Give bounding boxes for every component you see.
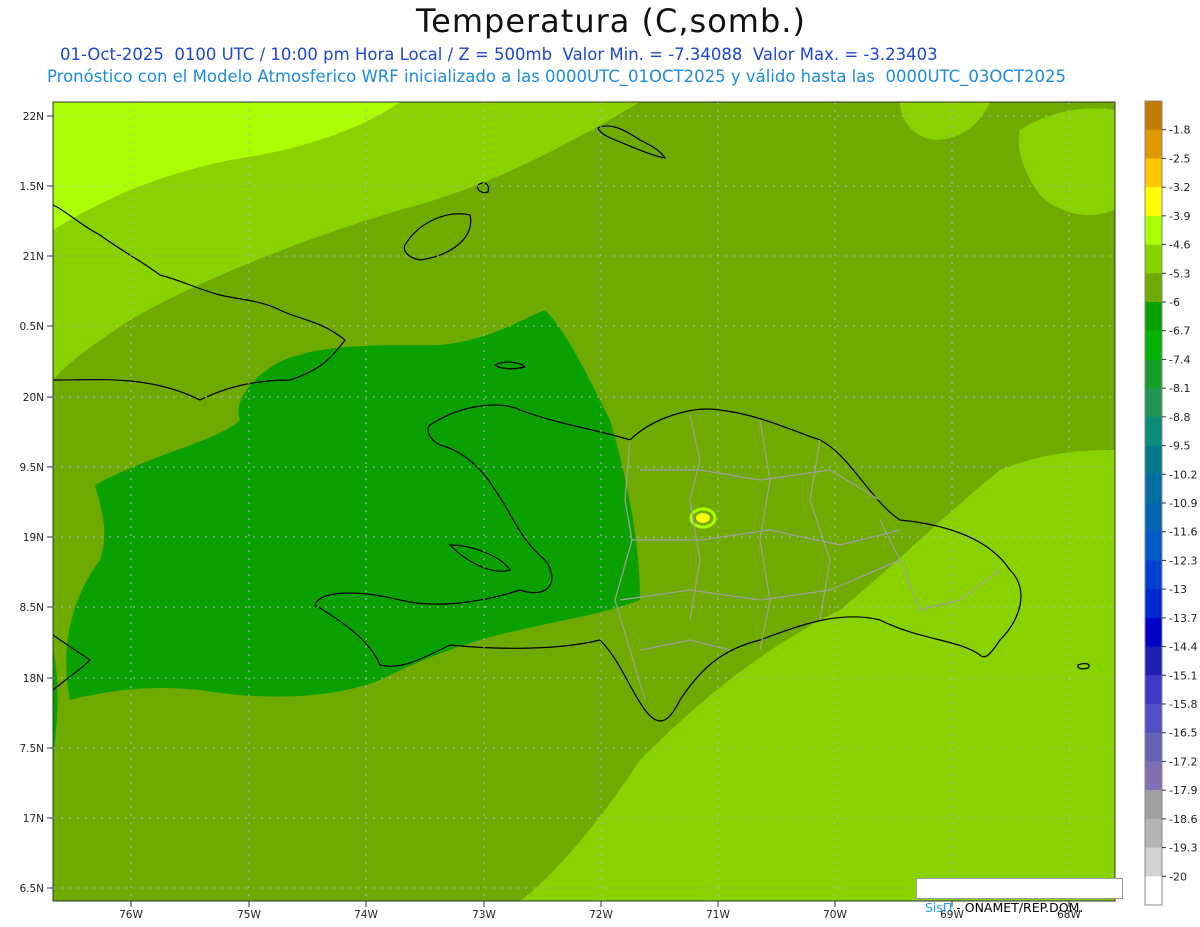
- colorbar-swatch: [1145, 302, 1162, 332]
- colorbar-swatch: [1145, 273, 1162, 303]
- colorbar-swatch: [1145, 646, 1162, 676]
- lat-label: 18N: [23, 673, 44, 685]
- lat-label: 21N: [23, 251, 44, 263]
- colorbar-label: -18.6: [1169, 813, 1197, 826]
- colorbar-swatch: [1145, 732, 1162, 762]
- colorbar-swatch: [1145, 503, 1162, 533]
- colorbar-label: -13: [1169, 583, 1187, 596]
- colorbar-swatch: [1145, 187, 1162, 217]
- colorbar-swatch: [1145, 617, 1162, 647]
- colorbar-label: -14.4: [1169, 641, 1197, 654]
- lat-label: 0.5N: [19, 321, 44, 333]
- colorbar-swatch: [1145, 589, 1162, 619]
- lat-label: 20N: [23, 392, 44, 404]
- field-hotspot: [696, 513, 710, 523]
- colorbar-label: -4.6: [1169, 239, 1190, 252]
- colorbar-label: -15.1: [1169, 669, 1197, 682]
- lat-label: 8.5N: [19, 602, 44, 614]
- temperature-field: [53, 102, 1115, 901]
- colorbar-swatch: [1145, 876, 1162, 906]
- lon-label: 71W: [706, 909, 730, 921]
- map-figure: 22N 1.5N 21N 0.5N 20N 9.5N 19N 8.5N 18N …: [19, 100, 1197, 921]
- colorbar-swatch: [1145, 560, 1162, 590]
- lon-label: 76W: [119, 909, 143, 921]
- colorbar-swatch: [1145, 101, 1162, 131]
- colorbar-label: -10.9: [1169, 497, 1197, 510]
- colorbar-swatch: [1145, 445, 1162, 475]
- colorbar-swatch: [1145, 330, 1162, 360]
- colorbar-label: -1.8: [1169, 124, 1190, 137]
- lat-label: 9.5N: [19, 462, 44, 474]
- colorbar-label: -19.3: [1169, 842, 1197, 855]
- lat-label: 7.5N: [19, 743, 44, 755]
- colorbar-swatch: [1145, 818, 1162, 848]
- colorbar-label: -9.5: [1169, 440, 1190, 453]
- colorbar-label: -8.8: [1169, 411, 1190, 424]
- credit-org: - ONAMET/REP.DOM.: [952, 900, 1084, 915]
- lat-axis: 22N 1.5N 21N 0.5N 20N 9.5N 19N 8.5N 18N …: [19, 111, 53, 895]
- colorbar-swatch: [1145, 474, 1162, 504]
- colorbar-label: -3.2: [1169, 181, 1190, 194]
- lon-label: 70W: [823, 909, 847, 921]
- lat-label: 19N: [23, 532, 44, 544]
- colorbar-swatch: [1145, 388, 1162, 418]
- colorbar-swatch: [1145, 244, 1162, 274]
- colorbar-swatch: [1145, 675, 1162, 705]
- credit-box: SisΠ - ONAMET/REP.DOM.: [916, 878, 1123, 915]
- colorbar-label: -2.5: [1169, 152, 1190, 165]
- colorbar-swatch: [1145, 215, 1162, 245]
- colorbar-swatch: [1145, 129, 1162, 159]
- colorbar-label: -12.3: [1169, 554, 1197, 567]
- lat-label: 22N: [23, 111, 44, 123]
- colorbar-swatch: [1145, 790, 1162, 820]
- lon-label: 74W: [354, 909, 378, 921]
- colorbar-label: -11.6: [1169, 526, 1197, 539]
- colorbar-swatch: [1145, 704, 1162, 734]
- colorbar-label: -16.5: [1169, 727, 1197, 740]
- lat-label: 17N: [23, 813, 44, 825]
- colorbar-label: -13.7: [1169, 612, 1197, 625]
- colorbar-swatch: [1145, 416, 1162, 446]
- colorbar-label: -6.7: [1169, 325, 1190, 338]
- lon-label: 73W: [472, 909, 496, 921]
- colorbar-label: -6: [1169, 296, 1180, 309]
- colorbar-swatch: [1145, 761, 1162, 791]
- credit-brand: SisΠ: [924, 900, 953, 915]
- colorbar-swatch: [1145, 359, 1162, 389]
- colorbar-swatch: [1145, 531, 1162, 561]
- colorbar-swatch: [1145, 847, 1162, 877]
- colorbar: -1.8 -2.5 -3.2 -3.9 -4.6 -5.3 -6 -6.7 -7.4 -8.1 -8…: [1144, 100, 1197, 906]
- colorbar-label: -7.4: [1169, 353, 1190, 366]
- colorbar-label: -17.9: [1169, 784, 1197, 797]
- colorbar-label: -10.2: [1169, 468, 1197, 481]
- colorbar-label: -20: [1169, 870, 1187, 883]
- lon-label: 75W: [237, 909, 261, 921]
- lat-label: 1.5N: [19, 181, 44, 193]
- colorbar-label: -15.8: [1169, 698, 1197, 711]
- lat-label: 6.5N: [19, 883, 44, 895]
- colorbar-label: -5.3: [1169, 267, 1190, 280]
- lon-label: 72W: [589, 909, 613, 921]
- colorbar-label: -3.9: [1169, 210, 1190, 223]
- colorbar-label: -17.2: [1169, 755, 1197, 768]
- colorbar-swatch: [1145, 158, 1162, 188]
- colorbar-label: -8.1: [1169, 382, 1190, 395]
